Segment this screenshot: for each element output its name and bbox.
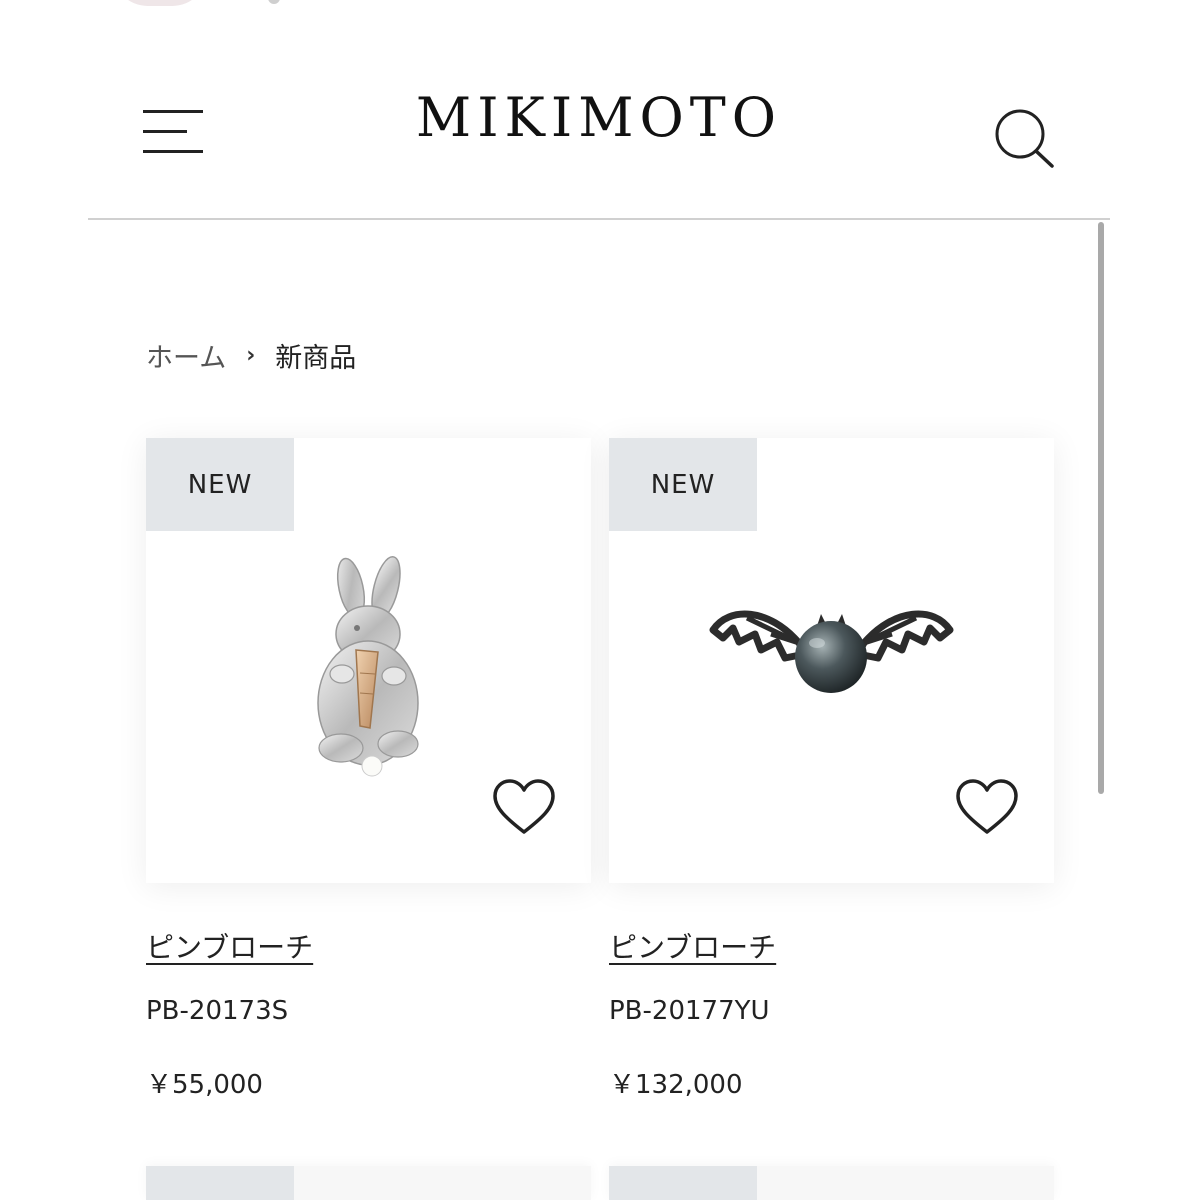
chevron-right-icon: › xyxy=(246,343,256,368)
search-button[interactable] xyxy=(992,104,1058,170)
product-sku: PB-20177YU xyxy=(609,996,770,1026)
new-badge-partial xyxy=(609,1166,757,1200)
menu-line xyxy=(143,150,203,153)
product-image-frame[interactable]: NEW xyxy=(146,438,591,883)
product-image-frame[interactable]: NEW xyxy=(609,438,1054,883)
product-card-next[interactable] xyxy=(609,1166,1054,1200)
breadcrumb-current: 新商品 xyxy=(275,343,357,374)
search-icon xyxy=(995,109,1054,168)
favorite-button[interactable] xyxy=(955,778,1019,836)
new-badge-partial xyxy=(146,1166,294,1200)
status-dot xyxy=(268,0,280,4)
heart-icon xyxy=(493,779,555,834)
breadcrumb: ホーム › 新商品 xyxy=(146,336,356,375)
product-price: ￥55,000 xyxy=(146,1070,263,1100)
product-price: ￥132,000 xyxy=(609,1070,743,1100)
heart-icon xyxy=(956,779,1018,834)
breadcrumb-home-link[interactable]: ホーム xyxy=(146,336,226,375)
scrollbar[interactable] xyxy=(1098,222,1104,794)
brand-logo[interactable]: MIKIMOTO xyxy=(88,86,1110,149)
site-header: MIKIMOTO xyxy=(88,60,1110,220)
product-card-next[interactable] xyxy=(146,1166,591,1200)
product-sku: PB-20173S xyxy=(146,996,289,1026)
profile-avatar xyxy=(112,0,208,6)
product-name-link[interactable]: ピンブローチ xyxy=(609,926,776,966)
favorite-button[interactable] xyxy=(492,778,556,836)
product-name-link[interactable]: ピンブローチ xyxy=(146,926,313,966)
